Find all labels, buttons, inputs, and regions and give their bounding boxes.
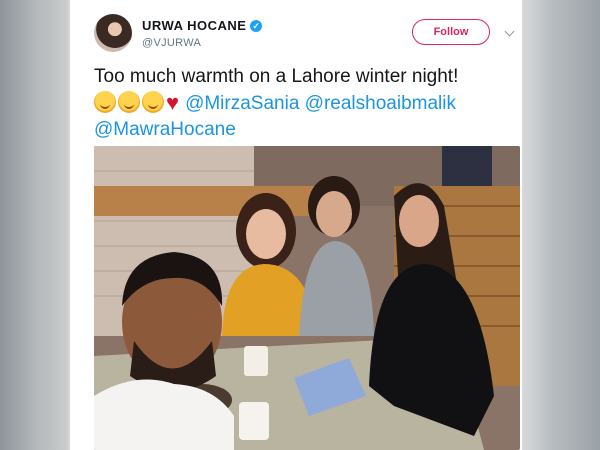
tweet-main-text: Too much warmth on a Lahore winter night…: [94, 66, 459, 87]
hugging-face-emoji-icon: [118, 91, 140, 113]
tweet-text: Too much warmth on a Lahore winter night…: [94, 64, 514, 143]
verified-badge-icon: ✓: [250, 20, 263, 32]
mention-link[interactable]: @MawraHocane: [94, 119, 236, 140]
chevron-down-icon[interactable]: [504, 26, 515, 37]
hugging-face-emoji-icon: [94, 91, 116, 113]
background-blur-right: [522, 0, 600, 450]
display-name-text[interactable]: URWA HOCANE: [142, 18, 246, 33]
tweet-emoji-line: ♥ @MirzaSania @realshoaibmalik: [94, 90, 514, 117]
group-selfie-image: [94, 146, 520, 450]
avatar[interactable]: [94, 14, 132, 52]
user-display-name[interactable]: URWA HOCANE ✓: [142, 18, 263, 33]
tweet-card: URWA HOCANE ✓ @VJURWA Follow Too much war…: [70, 0, 522, 450]
hugging-face-emoji-icon: [142, 91, 164, 113]
tweet-photo[interactable]: [94, 146, 520, 450]
red-heart-emoji-icon: ♥: [166, 90, 180, 115]
follow-button[interactable]: Follow: [412, 19, 490, 45]
user-handle[interactable]: @VJURWA: [142, 37, 201, 49]
mention-link[interactable]: @MirzaSania: [185, 93, 299, 114]
mention-link[interactable]: @realshoaibmalik: [305, 93, 456, 114]
